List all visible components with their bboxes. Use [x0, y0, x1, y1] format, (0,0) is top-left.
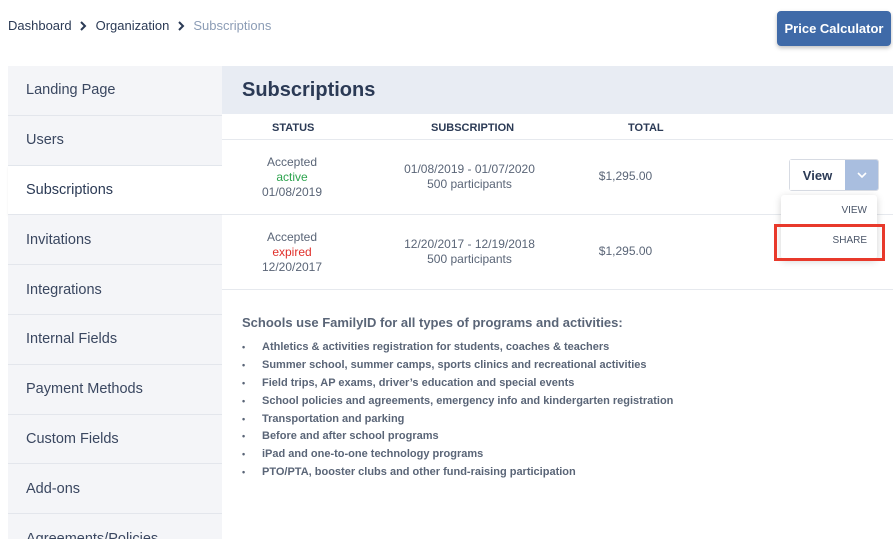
subscription-participants: 500 participants	[427, 177, 512, 191]
main-panel: Subscriptions STATUS SUBSCRIPTION TOTAL …	[222, 66, 893, 539]
subscription-participants: 500 participants	[427, 252, 512, 266]
sidebar-item-custom-fields[interactable]: Custom Fields	[8, 414, 222, 465]
list-item: School policies and agreements, emergenc…	[242, 392, 882, 410]
info-list: Athletics & activities registration for …	[242, 338, 882, 481]
status-cell: Accepted active 01/08/2019	[242, 155, 342, 200]
total-cell: $1,295.00	[598, 244, 653, 258]
list-item: Transportation and parking	[242, 410, 882, 428]
view-split-button: View	[789, 159, 879, 191]
sidebar-item-add-ons[interactable]: Add-ons	[8, 464, 222, 515]
dropdown-toggle-button[interactable]	[845, 160, 878, 190]
list-item: Summer school, summer camps, sports clin…	[242, 356, 882, 374]
total-cell: $1,295.00	[598, 169, 653, 183]
column-header-total: TOTAL	[628, 122, 664, 134]
sidebar-item-users[interactable]: Users	[8, 115, 222, 166]
info-title: Schools use FamilyID for all types of pr…	[242, 315, 623, 330]
chevron-right-icon	[72, 19, 96, 33]
list-item: iPad and one-to-one technology programs	[242, 445, 882, 463]
column-header-subscription: SUBSCRIPTION	[431, 122, 515, 134]
chevron-right-icon	[169, 19, 193, 33]
column-header-status: STATUS	[272, 122, 315, 134]
subscription-cell: 12/20/2017 - 12/19/2018 500 participants	[382, 237, 557, 267]
list-item: Field trips, AP exams, driver’s educatio…	[242, 374, 882, 392]
dropdown-item-share[interactable]: SHARE	[781, 225, 877, 255]
table-header: STATUS SUBSCRIPTION TOTAL	[222, 114, 893, 140]
status-date: 01/08/2019	[261, 185, 323, 199]
subscription-cell: 01/08/2019 - 01/07/2020 500 participants	[382, 162, 557, 192]
sidebar-item-subscriptions[interactable]: Subscriptions	[8, 165, 222, 216]
sidebar-item-integrations[interactable]: Integrations	[8, 265, 222, 315]
breadcrumb-organization[interactable]: Organization	[96, 18, 170, 33]
sidebar-item-internal-fields[interactable]: Internal Fields	[8, 314, 222, 365]
sidebar: Landing Page Users Subscriptions Invitat…	[8, 66, 222, 539]
panel-header: Subscriptions	[222, 66, 893, 114]
view-dropdown-menu: VIEW SHARE	[781, 195, 877, 259]
status-badge: active	[276, 170, 308, 184]
status-badge: expired	[272, 245, 312, 259]
sidebar-item-agreements-policies[interactable]: Agreements/Policies	[8, 514, 222, 539]
sidebar-item-payment-methods[interactable]: Payment Methods	[8, 364, 222, 415]
chevron-down-icon	[856, 171, 867, 178]
breadcrumb: Dashboard Organization Subscriptions	[8, 18, 271, 33]
list-item: PTO/PTA, booster clubs and other fund-ra…	[242, 463, 882, 481]
view-button[interactable]: View	[790, 160, 845, 190]
list-item: Athletics & activities registration for …	[242, 338, 882, 356]
status-cell: Accepted expired 12/20/2017	[242, 230, 342, 275]
breadcrumb-dashboard[interactable]: Dashboard	[8, 18, 72, 33]
status-date: 12/20/2017	[261, 260, 323, 274]
info-section: Schools use FamilyID for all types of pr…	[242, 315, 882, 481]
dropdown-item-view[interactable]: VIEW	[781, 195, 877, 225]
status-label: Accepted	[266, 155, 318, 169]
subscription-period: 12/20/2017 - 12/19/2018	[404, 237, 535, 251]
subscription-period: 01/08/2019 - 01/07/2020	[404, 162, 535, 176]
page-title: Subscriptions	[242, 78, 376, 101]
sidebar-item-invitations[interactable]: Invitations	[8, 215, 222, 266]
sidebar-item-landing-page[interactable]: Landing Page	[8, 66, 222, 116]
status-label: Accepted	[266, 230, 318, 244]
price-calculator-button[interactable]: Price Calculator	[777, 11, 891, 46]
breadcrumb-subscriptions: Subscriptions	[193, 18, 272, 33]
list-item: Before and after school programs	[242, 427, 882, 445]
